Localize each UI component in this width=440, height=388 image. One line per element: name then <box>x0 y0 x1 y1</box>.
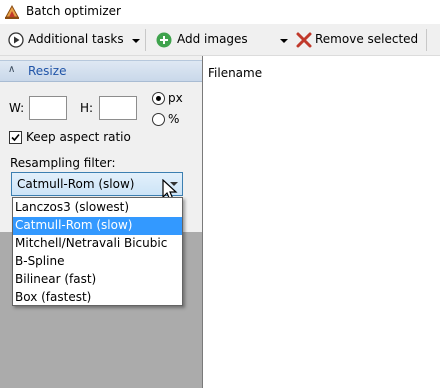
unit-px-label: px <box>168 91 183 105</box>
toolbar-separator <box>145 29 146 51</box>
play-circle-icon <box>8 32 24 48</box>
additional-tasks-button[interactable]: Additional tasks <box>6 27 142 53</box>
keep-aspect-label: Keep aspect ratio <box>26 130 131 144</box>
resize-section-header[interactable]: ∧ Resize <box>0 60 202 82</box>
filter-option-box[interactable]: Box (fastest) <box>13 289 182 307</box>
resampling-filter-dropdown: Lanczos3 (slowest) Catmull-Rom (slow) Mi… <box>12 197 183 306</box>
filter-option-mitchell[interactable]: Mitchell/Netravali Bicubic <box>13 235 182 253</box>
close-icon <box>295 31 313 49</box>
keep-aspect-checkbox[interactable] <box>9 131 22 144</box>
check-icon <box>11 133 20 142</box>
width-label: W: <box>9 101 25 115</box>
add-images-label: Add images <box>177 32 248 46</box>
filename-column-header[interactable]: Filename <box>208 66 262 80</box>
unit-percent-label: % <box>168 112 180 126</box>
filter-option-lanczos3[interactable]: Lanczos3 (slowest) <box>13 199 182 217</box>
resampling-filter-select[interactable]: Catmull-Rom (slow) <box>11 172 183 196</box>
height-label: H: <box>80 101 94 115</box>
resampling-filter-label: Resampling filter: <box>10 156 116 170</box>
width-input[interactable] <box>29 96 67 120</box>
app-logo-icon <box>4 4 20 20</box>
resize-section-label: Resize <box>28 64 67 78</box>
toolbar: Additional tasks Add images Remove selec… <box>0 24 440 56</box>
unit-px-radio[interactable] <box>152 92 165 105</box>
toolbar-separator <box>426 29 427 51</box>
add-images-button[interactable]: Add images <box>154 27 290 53</box>
settings-panel: ∧ Resize W: H: px % Keep aspect ratio Re… <box>0 56 203 388</box>
window-title: Batch optimizer <box>26 4 121 18</box>
height-input[interactable] <box>99 96 137 120</box>
remove-selected-button[interactable]: Remove selected <box>294 27 418 53</box>
collapse-chevron-icon: ∧ <box>8 64 16 75</box>
remove-selected-label: Remove selected <box>315 32 419 46</box>
filter-option-bilinear[interactable]: Bilinear (fast) <box>13 271 182 289</box>
additional-tasks-label: Additional tasks <box>28 32 124 46</box>
add-circle-icon <box>156 32 172 48</box>
chevron-down-icon <box>132 39 140 43</box>
resampling-filter-value: Catmull-Rom (slow) <box>17 177 135 191</box>
filter-option-b-spline[interactable]: B-Spline <box>13 253 182 271</box>
chevron-down-icon <box>280 39 288 43</box>
file-list[interactable]: Filename <box>204 56 440 388</box>
title-bar: Batch optimizer <box>0 0 440 24</box>
unit-percent-radio[interactable] <box>152 113 165 126</box>
filter-option-catmull-rom[interactable]: Catmull-Rom (slow) <box>13 217 182 235</box>
